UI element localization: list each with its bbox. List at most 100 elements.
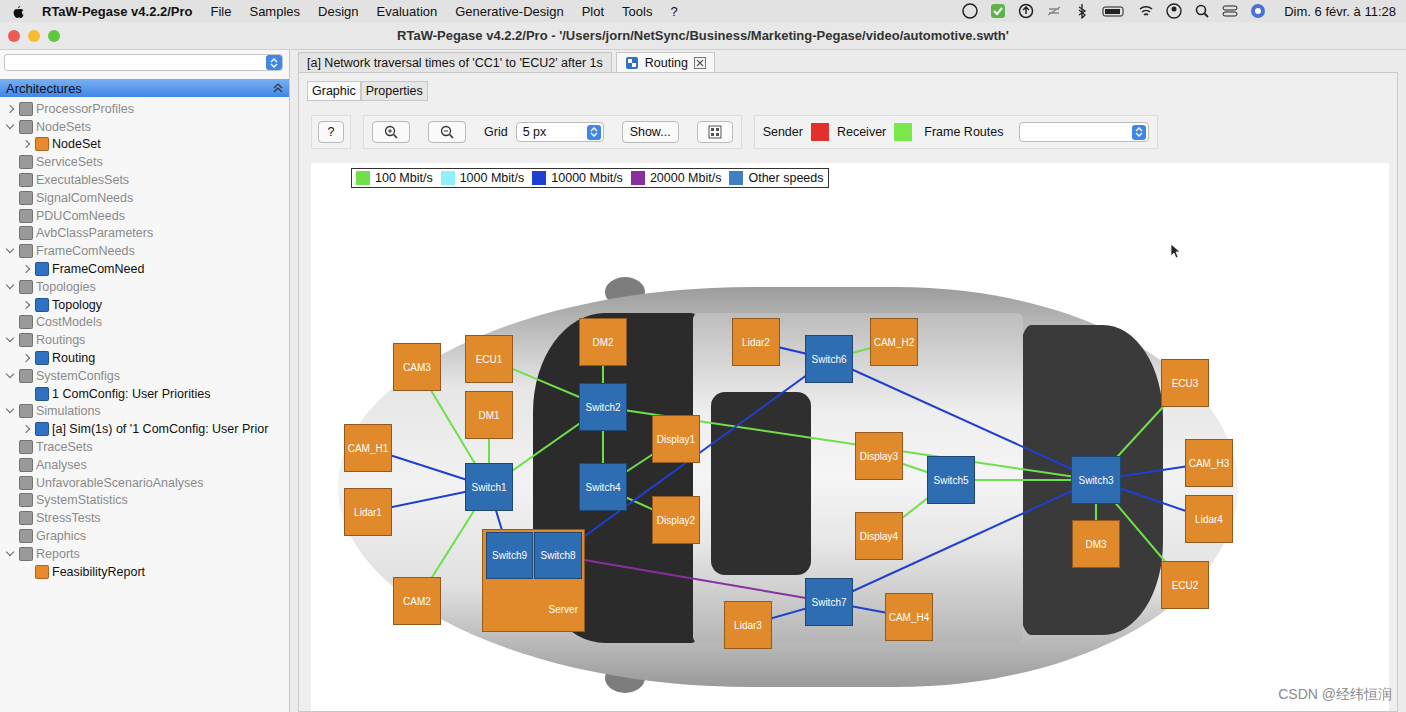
chevron-icon[interactable] <box>20 388 32 400</box>
switch-node[interactable]: Switch2 <box>579 383 627 431</box>
topology-canvas[interactable]: CAM3 ECU1 DM2 Lidar2 CAM_H2 ECU3 DM1 Display1 CA… <box>311 163 1389 711</box>
subtab[interactable]: Graphic <box>307 81 361 101</box>
switch-node[interactable]: Switch6 <box>805 335 853 383</box>
chevron-icon[interactable] <box>4 210 16 222</box>
tree-item[interactable]: NodeSet <box>0 136 289 154</box>
architecture-selector[interactable] <box>4 54 283 71</box>
show-button[interactable]: Show... <box>622 121 679 143</box>
chevron-icon[interactable] <box>4 245 16 257</box>
tree-item[interactable]: Topologies <box>0 278 289 296</box>
app-menu[interactable]: RTaW-Pegase v4.2.2/Pro <box>42 4 193 19</box>
tab[interactable]: Routing <box>616 52 715 72</box>
minimize-icon[interactable] <box>28 30 40 42</box>
tree-item[interactable]: Analyses <box>0 456 289 474</box>
chevron-icon[interactable] <box>4 281 16 293</box>
ecu-node[interactable]: Display1 <box>652 415 700 463</box>
tree-item[interactable]: StressTests <box>0 509 289 527</box>
tree-item[interactable]: Graphics <box>0 527 289 545</box>
ecu-node[interactable]: CAM_H4 <box>885 593 933 641</box>
tree-item[interactable]: TraceSets <box>0 438 289 456</box>
stepper-icon[interactable] <box>1132 125 1146 140</box>
switch-node[interactable]: Switch5 <box>927 456 975 504</box>
chevron-icon[interactable] <box>4 548 16 560</box>
tree-item[interactable]: CostModels <box>0 314 289 332</box>
tree-item[interactable]: Topology <box>0 296 289 314</box>
chevron-icon[interactable] <box>4 316 16 328</box>
tree-item[interactable]: AvbClassParameters <box>0 225 289 243</box>
switch-node[interactable]: Switch7 <box>805 578 853 626</box>
subtab[interactable]: Properties <box>361 81 428 101</box>
ecu-node[interactable]: CAM_H2 <box>870 318 918 366</box>
tree-item[interactable]: Simulations <box>0 403 289 421</box>
chevron-icon[interactable] <box>4 494 16 506</box>
chevron-icon[interactable] <box>4 405 16 417</box>
chevron-icon[interactable] <box>4 530 16 542</box>
tree-item[interactable]: SystemStatistics <box>0 492 289 510</box>
chevron-icon[interactable] <box>20 138 32 150</box>
ecu-node[interactable]: DM3 <box>1072 520 1120 568</box>
tree-item[interactable]: Reports <box>0 545 289 563</box>
chevron-icon[interactable] <box>4 156 16 168</box>
menu-item[interactable]: ? <box>670 4 677 19</box>
ecu-node[interactable]: DM2 <box>579 318 627 366</box>
menu-item[interactable]: Samples <box>249 4 300 19</box>
sidebar-header[interactable]: Architectures <box>0 79 289 97</box>
chevron-icon[interactable] <box>4 512 16 524</box>
tree-item[interactable]: SystemConfigs <box>0 367 289 385</box>
ecu-node[interactable]: Lidar3 <box>724 601 772 649</box>
ecu-node[interactable]: ECU1 <box>465 335 513 383</box>
tree-item[interactable]: PDUComNeeds <box>0 207 289 225</box>
chevron-icon[interactable] <box>4 477 16 489</box>
menu-item[interactable]: Evaluation <box>377 4 438 19</box>
chevron-icon[interactable] <box>20 566 32 578</box>
ecu-node[interactable]: ECU3 <box>1161 359 1209 407</box>
frame-routes-select[interactable] <box>1019 122 1149 142</box>
tree-item[interactable]: Routing <box>0 349 289 367</box>
chevron-icon[interactable] <box>4 441 16 453</box>
ecu-node[interactable]: Display2 <box>652 496 700 544</box>
ecu-node[interactable]: Lidar2 <box>732 318 780 366</box>
tree-item[interactable]: ExecutablesSets <box>0 171 289 189</box>
tree-item[interactable]: 1 ComConfig: User Priorities <box>0 385 289 403</box>
ecu-node[interactable]: DM1 <box>465 391 513 439</box>
layout-button[interactable] <box>697 121 733 143</box>
chevron-icon[interactable] <box>4 121 16 133</box>
tree-item[interactable]: ServiceSets <box>0 153 289 171</box>
tree-item[interactable]: NodeSets <box>0 118 289 136</box>
ecu-node[interactable]: CAM3 <box>393 343 441 391</box>
chevron-icon[interactable] <box>4 174 16 186</box>
switch-node[interactable]: Switch9 <box>486 532 533 579</box>
tree-item[interactable]: SignalComNeeds <box>0 189 289 207</box>
ecu-node[interactable]: Lidar4 <box>1185 495 1233 543</box>
stepper-icon[interactable] <box>266 55 282 70</box>
grid-select[interactable]: 5 px <box>516 122 604 142</box>
chevron-icon[interactable] <box>20 299 32 311</box>
menu-item[interactable]: Tools <box>622 4 652 19</box>
zoom-out-button[interactable] <box>428 121 466 143</box>
menu-item[interactable]: Generative-Design <box>455 4 563 19</box>
ecu-node[interactable]: ECU2 <box>1161 561 1209 609</box>
close-icon[interactable] <box>694 57 706 69</box>
switch-node[interactable]: Switch8 <box>534 532 582 579</box>
chevron-icon[interactable] <box>4 103 16 115</box>
chevron-icon[interactable] <box>4 334 16 346</box>
help-button[interactable]: ? <box>318 121 344 143</box>
tree-item[interactable]: FrameComNeeds <box>0 242 289 260</box>
ecu-node[interactable]: CAM_H1 <box>344 424 392 472</box>
chevron-icon[interactable] <box>20 263 32 275</box>
tree-item[interactable]: UnfavorableScenarioAnalyses <box>0 474 289 492</box>
tree-item[interactable]: FrameComNeed <box>0 260 289 278</box>
ecu-node[interactable]: CAM_H3 <box>1185 439 1233 487</box>
switch-node[interactable]: Switch3 <box>1071 456 1121 504</box>
chevron-icon[interactable] <box>4 227 16 239</box>
chevron-icon[interactable] <box>4 459 16 471</box>
tab[interactable]: [a] Network traversal times of 'CC1' to … <box>298 52 612 72</box>
switch-node[interactable]: Switch4 <box>579 463 627 511</box>
ecu-node[interactable]: CAM2 <box>393 577 441 625</box>
tree-item[interactable]: [a] Sim(1s) of '1 ComConfig: User Prior <box>0 420 289 438</box>
chevron-icon[interactable] <box>20 352 32 364</box>
link[interactable] <box>558 359 829 556</box>
ecu-node[interactable]: Display4 <box>855 512 903 560</box>
tree-item[interactable]: FeasibilityReport <box>0 563 289 581</box>
stepper-icon[interactable] <box>587 125 601 140</box>
